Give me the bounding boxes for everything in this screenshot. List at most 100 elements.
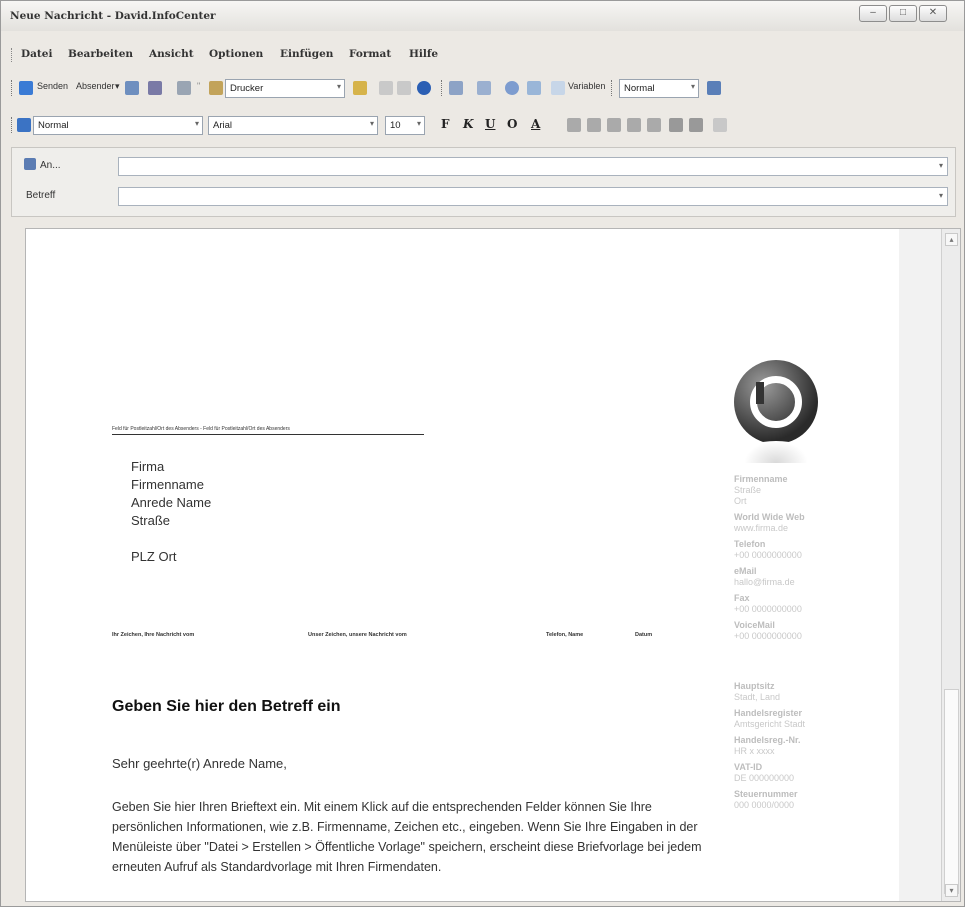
- sidebar-label-company: Firmenname: [734, 474, 788, 484]
- printer-select-value: Drucker: [230, 83, 264, 94]
- to-button[interactable]: An...: [40, 160, 61, 171]
- bullet-list-icon[interactable]: [647, 118, 661, 132]
- reference-date: Datum: [635, 632, 653, 638]
- menu-format[interactable]: Format: [349, 48, 391, 60]
- bold-button[interactable]: F: [441, 117, 450, 131]
- menu-optionen[interactable]: Optionen: [209, 48, 263, 60]
- menu-ansicht[interactable]: Ansicht: [149, 48, 194, 60]
- address-line-4: Straße: [131, 513, 171, 528]
- align-left-icon[interactable]: [567, 118, 581, 132]
- chevron-down-icon: ▾: [938, 161, 943, 170]
- toolbar-grip: [11, 80, 13, 96]
- font-size-select[interactable]: 10 ▾: [385, 116, 425, 135]
- align-right-icon[interactable]: [607, 118, 621, 132]
- style-select[interactable]: Normal ▾: [619, 79, 699, 98]
- letter-salutation[interactable]: Sehr geehrte(r) Anrede Name,: [112, 756, 287, 771]
- format-icon[interactable]: [707, 81, 721, 95]
- reference-phone-name: Telefon, Name: [546, 632, 584, 638]
- menu-hilfe[interactable]: Hilfe: [409, 48, 438, 60]
- chevron-down-icon: ▾: [194, 119, 199, 128]
- sender-dropdown-icon[interactable]: ▾: [115, 81, 120, 92]
- logo-reflection: [744, 441, 808, 463]
- menu-bearbeiten[interactable]: Bearbeiten: [68, 48, 133, 60]
- italic-button[interactable]: K: [463, 117, 473, 131]
- document-editor[interactable]: ▴ ▾ Feld für Postleitzahl/Ort des Absend…: [25, 228, 961, 902]
- menu-bar: Datei Bearbeiten Ansicht Optionen Einfüg…: [1, 44, 964, 66]
- address-line-postal: PLZ Ort: [131, 549, 177, 564]
- toolbar-grip: [611, 80, 613, 96]
- document-icon[interactable]: [353, 81, 367, 95]
- sidebar-value-register-number: HR x xxxx: [734, 746, 775, 756]
- sidebar-label-headquarters: Hauptsitz: [734, 681, 775, 691]
- menubar-grip: [11, 48, 13, 62]
- maximize-button[interactable]: □: [889, 5, 917, 22]
- to-field[interactable]: ▾: [118, 157, 948, 176]
- sidebar-value-vat: DE 000000000: [734, 773, 795, 783]
- menu-einfuegen[interactable]: Einfügen: [280, 48, 333, 60]
- page-margin-strip: [899, 229, 941, 901]
- numbered-list-icon[interactable]: [627, 118, 641, 132]
- letter-subject[interactable]: Geben Sie hier den Betreff ein: [112, 698, 341, 716]
- image-icon[interactable]: [505, 81, 519, 95]
- sidebar-value-www: www.firma.de: [734, 523, 789, 533]
- chevron-down-icon: ▾: [369, 119, 374, 128]
- toolbar-separator: ": [197, 81, 201, 91]
- letter-body[interactable]: Geben Sie hier Ihren Brieftext ein. Mit …: [112, 797, 702, 877]
- reference-our-sign: Unser Zeichen, unsere Nachricht vom: [308, 632, 407, 638]
- link-icon[interactable]: [527, 81, 541, 95]
- sender-return-line: Feld für Postleitzahl/Ort des Absenders …: [112, 426, 424, 435]
- minimize-button[interactable]: –: [859, 5, 887, 22]
- help-icon[interactable]: [417, 81, 431, 95]
- align-center-icon[interactable]: [587, 118, 601, 132]
- sidebar-label-fax: Fax: [734, 593, 750, 603]
- variables-button[interactable]: Variablen: [568, 81, 605, 91]
- indent-icon[interactable]: [689, 118, 703, 132]
- table-icon[interactable]: [477, 81, 491, 95]
- sidebar-value-tax: 000 0000/0000: [734, 800, 795, 810]
- subject-field[interactable]: ▾: [118, 187, 948, 206]
- font-select-value: Arial: [213, 120, 233, 131]
- sidebar-label-www: World Wide Web: [734, 512, 805, 522]
- scroll-up-button[interactable]: ▴: [945, 233, 958, 246]
- format-toolbar: Normal ▾ Arial ▾ 10 ▾ F K U O A: [1, 113, 964, 139]
- sidebar-label-phone: Telefon: [734, 539, 766, 549]
- redo-icon[interactable]: [397, 81, 411, 95]
- spellcheck-icon[interactable]: [148, 81, 162, 95]
- insert-icon[interactable]: [449, 81, 463, 95]
- close-button[interactable]: ✕: [919, 5, 947, 22]
- sidebar-value-headquarters: Stadt, Land: [734, 692, 781, 702]
- message-header-panel: An... ▾ Betreff ▾: [11, 147, 956, 217]
- mail-compose-window: Neue Nachricht - David.InfoCenter – □ ✕ …: [0, 0, 965, 907]
- vertical-scrollbar[interactable]: ▴ ▾: [941, 229, 960, 901]
- address-book-icon[interactable]: [24, 158, 36, 170]
- sidebar-label-register: Handelsregister: [734, 708, 803, 718]
- paragraph-style-select[interactable]: Normal ▾: [33, 116, 203, 135]
- undo-icon[interactable]: [379, 81, 393, 95]
- paragraph-style-value: Normal: [38, 120, 69, 131]
- underline-button[interactable]: U: [485, 117, 495, 131]
- company-logo: [734, 360, 818, 444]
- send-icon: [19, 81, 33, 95]
- sidebar-label-register-number: Handelsreg.-Nr.: [734, 735, 801, 745]
- sender-button[interactable]: Absender: [76, 81, 115, 91]
- menu-datei[interactable]: Datei: [21, 48, 52, 60]
- print-icon[interactable]: [177, 81, 191, 95]
- highlight-icon[interactable]: [713, 118, 727, 132]
- scroll-thumb[interactable]: [944, 689, 959, 894]
- font-select[interactable]: Arial ▾: [208, 116, 378, 135]
- attach-icon[interactable]: [125, 81, 139, 95]
- style-select-value: Normal: [624, 83, 655, 94]
- sidebar-value-fax: +00 0000000000: [734, 604, 802, 614]
- paragraph-style-icon: [17, 118, 31, 132]
- company-info-sidebar: Firmenname Straße Ort World Wide Web www…: [734, 473, 884, 811]
- sidebar-value-company: Straße Ort: [734, 485, 762, 506]
- sidebar-value-register: Amtsgericht Stadt: [734, 719, 806, 729]
- font-color-button[interactable]: A: [531, 117, 540, 131]
- outdent-icon[interactable]: [669, 118, 683, 132]
- printer-select[interactable]: Drucker ▾: [225, 79, 345, 98]
- strikethrough-button[interactable]: O: [507, 117, 517, 131]
- scroll-down-button[interactable]: ▾: [945, 884, 958, 897]
- send-button[interactable]: Senden: [37, 81, 68, 91]
- address-line-3: Anrede Name: [131, 495, 212, 510]
- font-size-value: 10: [390, 120, 401, 131]
